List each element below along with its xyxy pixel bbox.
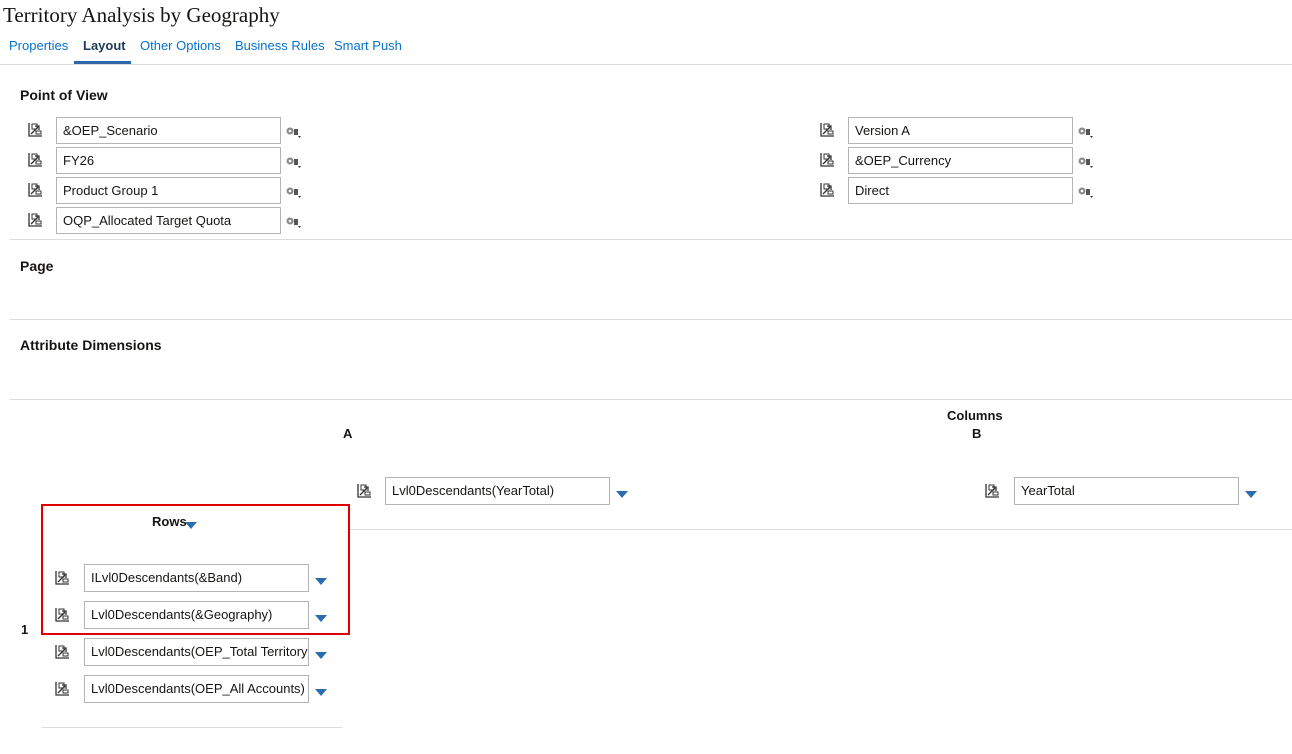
rows-chevron-down-icon[interactable] [184,518,198,529]
pov-field-scenario[interactable]: &OEP_Scenario [56,117,281,144]
row-member-band[interactable]: ILvl0Descendants(&Band) [84,564,309,592]
chevron-down-icon[interactable] [314,574,328,585]
row-member-accounts[interactable]: Lvl0Descendants(OEP_All Accounts) [84,675,309,703]
pov-field-product[interactable]: Product Group 1 [56,177,281,204]
member-selector-icon[interactable] [26,211,44,229]
pov-field-year[interactable]: FY26 [56,147,281,174]
row-member-geography[interactable]: Lvl0Descendants(&Geography) [84,601,309,629]
tab-smart-push[interactable]: Smart Push [334,38,402,53]
chevron-down-icon[interactable] [314,648,328,659]
member-selector-icon[interactable] [53,643,71,661]
member-selector-icon[interactable] [26,181,44,199]
attribute-divider [10,399,1292,400]
pov-divider [10,239,1292,240]
row-member-territory[interactable]: Lvl0Descendants(OEP_Total Territory) [84,638,309,666]
column-a-label: A [343,426,353,441]
rows-divider [42,727,342,728]
context-menu-icon[interactable] [285,215,303,229]
pov-field-account[interactable]: OQP_Allocated Target Quota [56,207,281,234]
attribute-dimensions-heading: Attribute Dimensions [20,337,162,353]
member-selector-icon[interactable] [26,121,44,139]
member-selector-icon[interactable] [818,181,836,199]
member-selector-icon[interactable] [53,606,71,624]
pov-field-currency[interactable]: &OEP_Currency [848,147,1073,174]
pov-field-channel[interactable]: Direct [848,177,1073,204]
chevron-down-icon[interactable] [314,611,328,622]
tab-business-rules[interactable]: Business Rules [235,38,325,53]
context-menu-icon[interactable] [1077,155,1095,169]
chevron-down-icon[interactable] [314,685,328,696]
member-selector-icon[interactable] [53,569,71,587]
tabs-divider [0,64,1292,65]
pov-heading: Point of View [20,87,108,103]
columns-heading: Columns [947,408,1003,423]
tab-layout[interactable]: Layout [83,38,126,53]
context-menu-icon[interactable] [285,155,303,169]
tab-properties[interactable]: Properties [9,38,68,53]
column-b-member-field[interactable]: YearTotal [1014,477,1239,505]
row-1-label: 1 [21,622,29,637]
chevron-down-icon[interactable] [1244,487,1258,498]
member-selector-icon[interactable] [818,121,836,139]
context-menu-icon[interactable] [285,125,303,139]
columns-divider [350,529,1292,530]
page-heading: Page [20,258,54,274]
context-menu-icon[interactable] [1077,125,1095,139]
context-menu-icon[interactable] [1077,185,1095,199]
member-selector-icon[interactable] [818,151,836,169]
tab-other-options[interactable]: Other Options [140,38,221,53]
page-title: Territory Analysis by Geography [3,3,280,27]
column-b-label: B [972,426,982,441]
member-selector-icon[interactable] [355,482,373,500]
chevron-down-icon[interactable] [615,487,629,498]
member-selector-icon[interactable] [26,151,44,169]
pov-field-version[interactable]: Version A [848,117,1073,144]
context-menu-icon[interactable] [285,185,303,199]
member-selector-icon[interactable] [983,482,1001,500]
member-selector-icon[interactable] [53,680,71,698]
page-divider [10,319,1292,320]
rows-heading: Rows [152,514,187,529]
column-a-member-field[interactable]: Lvl0Descendants(YearTotal) [385,477,610,505]
